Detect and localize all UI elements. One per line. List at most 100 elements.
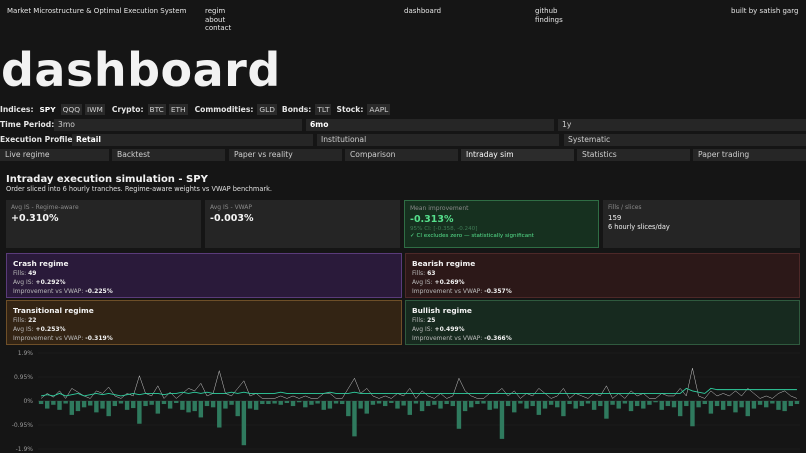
chart-bar [493, 401, 499, 409]
chart-bar [530, 401, 535, 407]
chart-bar [610, 401, 615, 405]
chart-bar [585, 401, 591, 404]
profile-institutional[interactable]: Institutional [317, 134, 559, 146]
asset-gld[interactable]: GLD [257, 104, 277, 115]
chart-bar [204, 401, 210, 407]
nav-link-findings[interactable]: findings [535, 16, 563, 25]
chart-bar [266, 401, 271, 405]
chart-bar [579, 401, 585, 407]
regime-avg-is: Avg IS: +0.292% [13, 279, 66, 286]
tab-paper-vs-reality[interactable]: Paper vs reality [229, 149, 342, 161]
regime-avg-is: Avg IS: +0.499% [412, 326, 465, 333]
chart-bar [333, 401, 339, 404]
chart-bar [161, 401, 167, 405]
asset-qqq[interactable]: QQQ [60, 104, 83, 115]
chart-bar [419, 401, 425, 412]
regime-improvement: Improvement vs VWAP: -0.357% [412, 288, 512, 295]
asset-eth[interactable]: ETH [168, 104, 188, 115]
regime-card-bearish: Bearish regime Fills: 63 Avg IS: +0.269%… [405, 253, 800, 298]
profile-systematic[interactable]: Systematic [564, 134, 806, 146]
chart-bar [690, 401, 695, 427]
nav-link-dashboard[interactable]: dashboard [404, 7, 441, 16]
site-title[interactable]: Market Microstructure & Optimal Executio… [7, 7, 186, 16]
chart-bar [253, 401, 259, 410]
time-period-1y[interactable]: 1y [558, 119, 806, 131]
chart-bar [659, 401, 664, 410]
tab-intraday-sim[interactable]: Intraday sim [461, 149, 574, 161]
regime-title: Crash regime [13, 259, 69, 268]
chart-bar [727, 401, 732, 407]
chart-bar [708, 401, 714, 414]
chart-bar [604, 401, 609, 419]
chart-bar [770, 401, 775, 404]
chart-bar [69, 401, 75, 415]
chart-bar [456, 401, 462, 429]
regime-avg-is: Avg IS: +0.269% [412, 279, 465, 286]
chart-bar [229, 401, 234, 405]
chart-bar [518, 401, 523, 404]
chart-bar [733, 401, 738, 413]
asset-spy[interactable]: SPY [37, 104, 57, 115]
chart-bar [634, 401, 640, 407]
asset-iwm[interactable]: IWM [85, 104, 105, 115]
chart-bar [450, 401, 456, 407]
chart-bar [155, 401, 161, 414]
chart-bar [653, 401, 658, 403]
regime-title: Bullish regime [412, 306, 472, 315]
nav-link-regim[interactable]: regim [205, 7, 225, 16]
chart-bar [118, 401, 124, 404]
chart-bar [444, 401, 449, 405]
y-tick-label: 1.9% [18, 350, 34, 357]
card-value: 159 [608, 214, 622, 222]
card-mean-improvement: Mean improvement -0.313% 95% CI: [-0.358… [404, 200, 599, 248]
chart-bar [112, 401, 118, 407]
chart-bar [376, 401, 382, 404]
tab-statistics[interactable]: Statistics [577, 149, 690, 161]
tab-comparison[interactable]: Comparison [345, 149, 458, 161]
card-fills-slices: Fills / slices 159 6 hourly slices/day [603, 200, 800, 248]
chart-bar [321, 401, 326, 410]
profile-retail[interactable]: Retail [72, 134, 313, 146]
asset-aapl[interactable]: AAPL [367, 104, 391, 115]
time-period-3mo[interactable]: 3mo [54, 119, 302, 131]
chart-bar [720, 401, 726, 410]
chart-bar [677, 401, 683, 417]
chart-bar [81, 401, 87, 408]
chart-bar [776, 401, 781, 410]
nav-link-github[interactable]: github [535, 7, 557, 16]
stock-label: Stock: [336, 105, 364, 114]
chart-bar [241, 401, 247, 446]
chart-bar [131, 401, 136, 409]
card-label: Avg IS - Regime-aware [11, 204, 79, 211]
chart-bar [358, 401, 363, 409]
chart-bar [542, 401, 548, 409]
chart-bar [714, 401, 720, 407]
chart-bar [616, 401, 621, 409]
chart-bar [290, 401, 296, 407]
card-value: +0.310% [11, 213, 59, 224]
nav-link-about[interactable]: about [205, 16, 225, 25]
credit-text: built by satish garg [731, 7, 799, 15]
tab-paper-trading[interactable]: Paper trading [693, 149, 806, 161]
chart-bar [469, 401, 474, 408]
chart-bar [567, 401, 572, 405]
chart-bar [284, 401, 290, 404]
chart-bar [788, 401, 793, 407]
card-label: Fills / slices [608, 204, 642, 211]
regime-fills: Fills: 25 [412, 317, 436, 324]
y-tick-label: 0% [23, 398, 33, 405]
tab-backtest[interactable]: Backtest [112, 149, 225, 161]
card-value: -0.313% [410, 214, 454, 225]
regime-improvement: Improvement vs VWAP: -0.319% [13, 335, 113, 342]
chart-bar [389, 401, 394, 404]
chart-bar [432, 401, 437, 405]
card-avg-is-vwap: Avg IS - VWAP -0.003% [205, 200, 400, 248]
asset-btc[interactable]: BTC [147, 104, 166, 115]
time-period-6mo[interactable]: 6mo [306, 119, 554, 131]
card-avg-is-regime: Avg IS - Regime-aware +0.310% [6, 200, 201, 248]
tab-live-regime[interactable]: Live regime [0, 149, 109, 161]
asset-tlt[interactable]: TLT [315, 104, 332, 115]
chart-bar [757, 401, 763, 405]
regime-avg-is: Avg IS: +0.253% [13, 326, 66, 333]
nav-link-contact[interactable]: contact [205, 24, 231, 33]
